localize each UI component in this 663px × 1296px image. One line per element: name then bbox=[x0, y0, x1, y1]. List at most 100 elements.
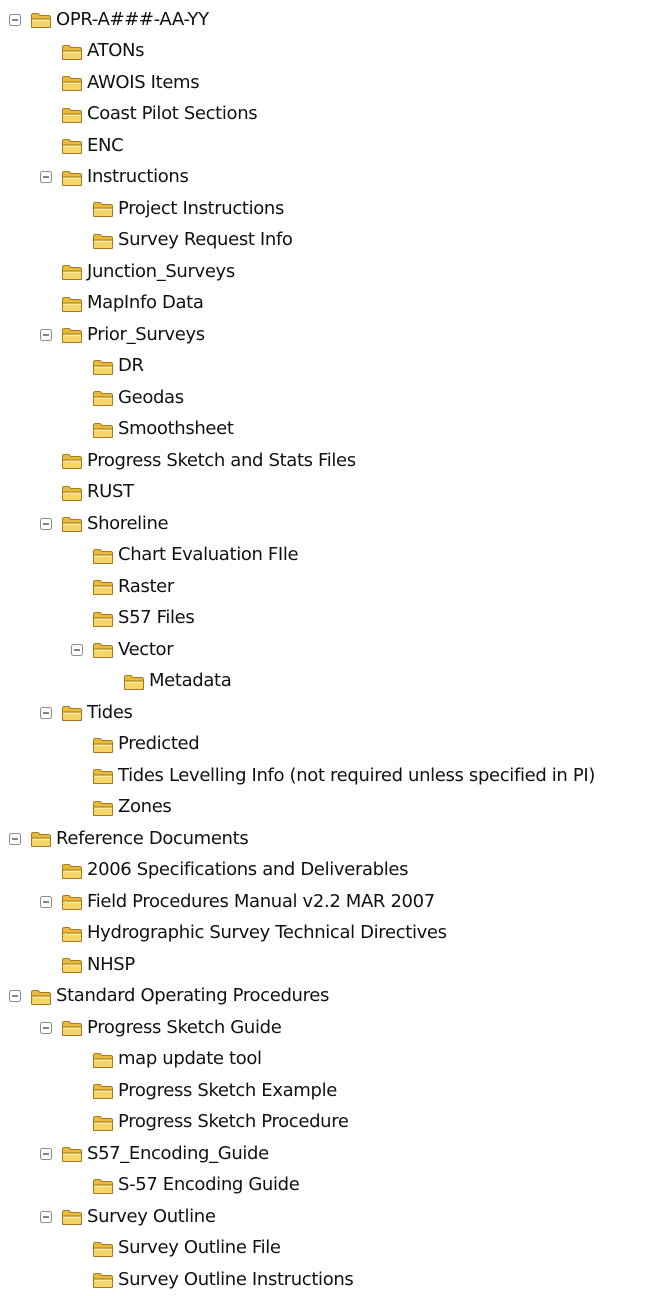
tree-node-label: Coast Pilot Sections bbox=[87, 103, 258, 125]
tree-node-standard-operating-procedures[interactable]: Standard Operating Procedures bbox=[0, 981, 663, 1013]
tree-node-hydrographic-survey-technical-directives[interactable]: Hydrographic Survey Technical Directives bbox=[0, 918, 663, 950]
folder-icon bbox=[93, 769, 113, 785]
tree-node-junction-surveys[interactable]: Junction_Surveys bbox=[0, 256, 663, 288]
collapse-minus-icon[interactable] bbox=[40, 895, 52, 908]
folder-icon bbox=[62, 863, 82, 879]
tree-node-field-procedures-manual-v2-2-mar-2007[interactable]: Field Procedures Manual v2.2 MAR 2007 bbox=[0, 886, 663, 918]
tree-node-metadata[interactable]: Metadata bbox=[0, 666, 663, 698]
tree-node-project-instructions[interactable]: Project Instructions bbox=[0, 193, 663, 225]
tree-node-s57-encoding-guide[interactable]: S57_Encoding_Guide bbox=[0, 1138, 663, 1170]
tree-node-tides-levelling-info-not-required-unless-specified-in-pi[interactable]: Tides Levelling Info (not required unles… bbox=[0, 760, 663, 792]
tree-node-label: Tides bbox=[87, 701, 133, 723]
tree-node-atons[interactable]: ATONs bbox=[0, 36, 663, 68]
tree-node-label: Shoreline bbox=[87, 512, 169, 534]
tree-node-label: OPR-A###-AA-YY bbox=[56, 8, 209, 30]
tree-node-label: Prior_Surveys bbox=[87, 323, 205, 345]
tree-node-label: Junction_Surveys bbox=[87, 260, 235, 282]
folder-icon bbox=[62, 139, 82, 155]
tree-node-label: Predicted bbox=[118, 733, 200, 755]
tree-node-label: Smoothsheet bbox=[118, 418, 234, 440]
folder-icon bbox=[93, 359, 113, 375]
folder-icon bbox=[62, 485, 82, 501]
tree-node-label: S57_Encoding_Guide bbox=[87, 1142, 269, 1164]
tree-node-awois-items[interactable]: AWOIS Items bbox=[0, 67, 663, 99]
collapse-minus-icon[interactable] bbox=[71, 643, 83, 656]
tree-node-label: Metadata bbox=[149, 670, 232, 692]
folder-icon bbox=[62, 958, 82, 974]
tree-node-label: Field Procedures Manual v2.2 MAR 2007 bbox=[87, 890, 435, 912]
tree-node-rust[interactable]: RUST bbox=[0, 477, 663, 509]
tree-node-nhsp[interactable]: NHSP bbox=[0, 949, 663, 981]
tree-node-tides[interactable]: Tides bbox=[0, 697, 663, 729]
tree-node-instructions[interactable]: Instructions bbox=[0, 162, 663, 194]
tree-node-reference-documents[interactable]: Reference Documents bbox=[0, 823, 663, 855]
collapse-minus-icon[interactable] bbox=[9, 832, 21, 845]
tree-node-label: DR bbox=[118, 355, 144, 377]
tree-node-predicted[interactable]: Predicted bbox=[0, 729, 663, 761]
folder-icon bbox=[93, 548, 113, 564]
tree-node-progress-sketch-guide[interactable]: Progress Sketch Guide bbox=[0, 1012, 663, 1044]
folder-icon bbox=[93, 1115, 113, 1131]
collapse-minus-icon[interactable] bbox=[40, 1021, 52, 1034]
tree-node-label: NHSP bbox=[87, 953, 135, 975]
tree-node-zones[interactable]: Zones bbox=[0, 792, 663, 824]
folder-icon bbox=[93, 233, 113, 249]
folder-icon bbox=[62, 517, 82, 533]
tree-node-progress-sketch-example[interactable]: Progress Sketch Example bbox=[0, 1075, 663, 1107]
tree-node-label: Instructions bbox=[87, 166, 189, 188]
tree-node-survey-outline-file[interactable]: Survey Outline File bbox=[0, 1233, 663, 1265]
tree-node-label: Progress Sketch Example bbox=[118, 1079, 337, 1101]
folder-tree: OPR-A###-AA-YY ATONs AWOIS Items Coast Pilo… bbox=[0, 4, 663, 1296]
collapse-minus-icon[interactable] bbox=[40, 706, 52, 719]
tree-node-survey-outline[interactable]: Survey Outline bbox=[0, 1201, 663, 1233]
tree-node-coast-pilot-sections[interactable]: Coast Pilot Sections bbox=[0, 99, 663, 131]
tree-node-label: map update tool bbox=[118, 1048, 262, 1070]
collapse-minus-icon[interactable] bbox=[9, 990, 21, 1003]
tree-node-label: AWOIS Items bbox=[87, 71, 200, 93]
tree-node-opr-a-aa-yy[interactable]: OPR-A###-AA-YY bbox=[0, 4, 663, 36]
tree-node-label: Project Instructions bbox=[118, 197, 285, 219]
tree-node-mapinfo-data[interactable]: MapInfo Data bbox=[0, 288, 663, 320]
folder-icon bbox=[93, 391, 113, 407]
tree-node-survey-request-info[interactable]: Survey Request Info bbox=[0, 225, 663, 257]
tree-node-s-57-encoding-guide[interactable]: S-57 Encoding Guide bbox=[0, 1170, 663, 1202]
tree-node-label: Raster bbox=[118, 575, 174, 597]
folder-icon bbox=[62, 895, 82, 911]
tree-node-map-update-tool[interactable]: map update tool bbox=[0, 1044, 663, 1076]
tree-node-prior-surveys[interactable]: Prior_Surveys bbox=[0, 319, 663, 351]
tree-node-2006-specifications-and-deliverables[interactable]: 2006 Specifications and Deliverables bbox=[0, 855, 663, 887]
tree-node-dr[interactable]: DR bbox=[0, 351, 663, 383]
tree-node-smoothsheet[interactable]: Smoothsheet bbox=[0, 414, 663, 446]
collapse-minus-icon[interactable] bbox=[40, 1147, 52, 1160]
folder-icon bbox=[93, 643, 113, 659]
tree-node-label: MapInfo Data bbox=[87, 292, 204, 314]
tree-node-s57-files[interactable]: S57 Files bbox=[0, 603, 663, 635]
tree-node-label: RUST bbox=[87, 481, 134, 503]
tree-node-progress-sketch-and-stats-files[interactable]: Progress Sketch and Stats Files bbox=[0, 445, 663, 477]
folder-icon bbox=[62, 1210, 82, 1226]
folder-icon bbox=[93, 737, 113, 753]
tree-node-enc[interactable]: ENC bbox=[0, 130, 663, 162]
tree-node-label: Chart Evaluation FIle bbox=[118, 544, 299, 566]
tree-node-label: ATONs bbox=[87, 40, 145, 62]
collapse-minus-icon[interactable] bbox=[9, 13, 21, 26]
tree-node-raster[interactable]: Raster bbox=[0, 571, 663, 603]
tree-node-shoreline[interactable]: Shoreline bbox=[0, 508, 663, 540]
tree-node-progress-sketch-procedure[interactable]: Progress Sketch Procedure bbox=[0, 1107, 663, 1139]
folder-icon bbox=[62, 926, 82, 942]
tree-node-vector[interactable]: Vector bbox=[0, 634, 663, 666]
tree-node-label: Zones bbox=[118, 796, 172, 818]
tree-node-survey-outline-instructions[interactable]: Survey Outline Instructions bbox=[0, 1264, 663, 1296]
collapse-minus-icon[interactable] bbox=[40, 328, 52, 341]
folder-icon bbox=[93, 422, 113, 438]
collapse-minus-icon[interactable] bbox=[40, 171, 52, 184]
folder-icon bbox=[93, 1241, 113, 1257]
folder-icon bbox=[31, 13, 51, 29]
tree-node-label: 2006 Specifications and Deliverables bbox=[87, 859, 409, 881]
collapse-minus-icon[interactable] bbox=[40, 1210, 52, 1223]
collapse-minus-icon[interactable] bbox=[40, 517, 52, 530]
folder-icon bbox=[62, 706, 82, 722]
folder-icon bbox=[62, 44, 82, 60]
tree-node-geodas[interactable]: Geodas bbox=[0, 382, 663, 414]
tree-node-chart-evaluation-file[interactable]: Chart Evaluation FIle bbox=[0, 540, 663, 572]
